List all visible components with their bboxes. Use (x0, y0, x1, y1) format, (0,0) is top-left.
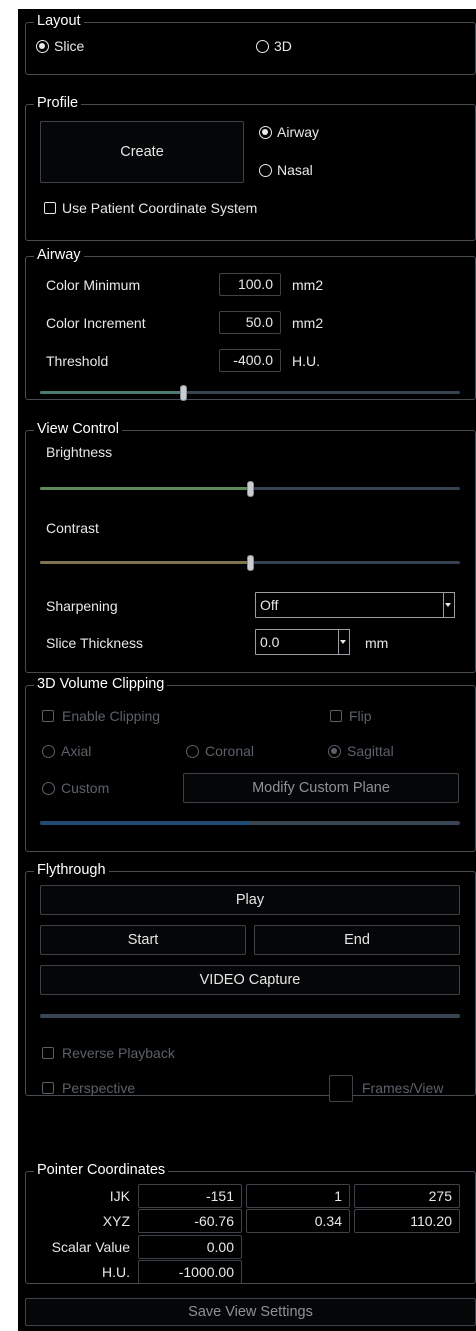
profile-group: Profile Create Airway Nasal Use Patient … (25, 94, 476, 241)
threshold-slider[interactable] (40, 385, 460, 401)
chevron-down-icon[interactable] (443, 592, 455, 618)
pointer-title: Pointer Coordinates (34, 1161, 169, 1179)
flip-checkbox[interactable] (330, 710, 342, 722)
profile-airway-label[interactable]: Airway (277, 123, 319, 141)
flythrough-title: Flythrough (34, 861, 109, 879)
color-increment-unit: mm2 (292, 315, 324, 331)
xyz-y-value: 0.34 (246, 1209, 350, 1233)
video-capture-button[interactable]: VIDEO Capture (40, 965, 460, 995)
pointer-group: Pointer Coordinates IJK -151 1 275 XYZ -… (25, 1161, 476, 1284)
hu-value: -1000.00 (138, 1260, 242, 1284)
layout-3d-radio[interactable] (256, 40, 269, 53)
brightness-slider-handle[interactable] (247, 481, 254, 497)
chevron-down-icon[interactable] (338, 629, 350, 655)
sagittal-label[interactable]: Sagittal (347, 742, 394, 760)
start-button[interactable]: Start (40, 925, 246, 955)
contrast-slider-handle[interactable] (247, 555, 254, 571)
flythrough-progress-bar (40, 1014, 460, 1018)
brightness-slider[interactable] (40, 481, 460, 497)
modify-custom-plane-button[interactable]: Modify Custom Plane (183, 773, 459, 803)
ijk-i-value: -151 (138, 1184, 242, 1208)
view-control-group: View Control Brightness Contrast Sharpen… (25, 420, 476, 673)
color-increment-label: Color Increment (46, 315, 146, 331)
frames-per-view-label: Frames/View (362, 1080, 444, 1096)
profile-nasal-label[interactable]: Nasal (277, 161, 313, 179)
contrast-slider[interactable] (40, 555, 460, 571)
xyz-z-value: 110.20 (354, 1209, 460, 1233)
slice-thickness-unit: mm (365, 635, 389, 651)
play-button[interactable]: Play (40, 885, 460, 915)
slice-thickness-label: Slice Thickness (46, 635, 144, 651)
flip-label[interactable]: Flip (349, 707, 372, 725)
threshold-slider-fill (40, 391, 183, 394)
profile-title: Profile (34, 94, 82, 112)
profile-nasal-radio[interactable] (259, 164, 272, 177)
layout-slice-label[interactable]: Slice (54, 37, 84, 55)
layout-3d-label[interactable]: 3D (274, 37, 292, 55)
layout-slice-radio[interactable] (36, 40, 49, 53)
clipping-progress-bar (40, 821, 460, 825)
reverse-playback-label[interactable]: Reverse Playback (62, 1044, 175, 1062)
enable-clipping-checkbox[interactable] (42, 710, 54, 722)
reverse-playback-checkbox[interactable] (42, 1047, 54, 1059)
profile-airway-radio[interactable] (259, 126, 272, 139)
ijk-label: IJK (109, 1188, 130, 1204)
coronal-label[interactable]: Coronal (205, 742, 254, 760)
color-minimum-unit: mm2 (292, 277, 324, 293)
airway-group: Airway Color Minimum 100.0 mm2 Color Inc… (25, 246, 476, 401)
clipping-progress-fill (40, 821, 250, 825)
contrast-label: Contrast (46, 520, 99, 536)
patient-coords-checkbox[interactable] (44, 202, 56, 214)
slice-thickness-value: 0.0 (260, 634, 280, 650)
hu-label: H.U. (102, 1264, 130, 1280)
sagittal-radio[interactable] (328, 745, 341, 758)
brightness-label: Brightness (46, 444, 113, 460)
brightness-slider-fill (40, 487, 250, 490)
airway-title: Airway (34, 246, 84, 264)
threshold-field[interactable]: -400.0 (219, 349, 281, 372)
axial-radio[interactable] (42, 745, 55, 758)
ijk-j-value: 1 (246, 1184, 350, 1208)
xyz-label: XYZ (102, 1213, 130, 1229)
scalar-value: 0.00 (138, 1235, 242, 1259)
color-minimum-label: Color Minimum (46, 277, 141, 293)
perspective-label[interactable]: Perspective (62, 1079, 135, 1097)
flythrough-group: Flythrough Play Start End VIDEO Capture … (25, 861, 476, 1102)
threshold-label: Threshold (46, 353, 109, 369)
scalar-value-label: Scalar Value (51, 1239, 130, 1255)
enable-clipping-label[interactable]: Enable Clipping (62, 707, 160, 725)
sharpening-value: Off (260, 597, 279, 613)
threshold-slider-handle[interactable] (179, 385, 187, 401)
custom-radio[interactable] (42, 782, 55, 795)
xyz-x-value: -60.76 (138, 1209, 242, 1233)
axial-label[interactable]: Axial (61, 742, 91, 760)
module-panel: Layout Slice 3D Profile Create Airway Na… (18, 9, 476, 1331)
clipping-group: 3D Volume Clipping Enable Clipping Flip … (25, 675, 476, 852)
layout-group: Layout Slice 3D (25, 12, 476, 75)
frames-per-view-input[interactable] (329, 1075, 353, 1102)
end-button[interactable]: End (254, 925, 460, 955)
threshold-unit: H.U. (292, 353, 320, 369)
coronal-radio[interactable] (186, 745, 199, 758)
create-button[interactable]: Create (40, 121, 244, 183)
custom-label[interactable]: Custom (61, 779, 109, 797)
sharpening-select[interactable]: Off (255, 592, 455, 618)
perspective-checkbox[interactable] (42, 1082, 54, 1094)
patient-coords-label[interactable]: Use Patient Coordinate System (62, 199, 257, 217)
clipping-title: 3D Volume Clipping (34, 675, 168, 693)
contrast-slider-fill (40, 561, 250, 564)
view-control-title: View Control (34, 420, 122, 438)
layout-title: Layout (34, 12, 84, 30)
ijk-k-value: 275 (354, 1184, 460, 1208)
slice-thickness-select[interactable]: 0.0 (255, 629, 350, 655)
sharpening-label: Sharpening (46, 598, 118, 614)
color-increment-field[interactable]: 50.0 (219, 311, 281, 334)
save-view-settings-button[interactable]: Save View Settings (25, 1298, 476, 1326)
color-minimum-field[interactable]: 100.0 (219, 273, 281, 296)
